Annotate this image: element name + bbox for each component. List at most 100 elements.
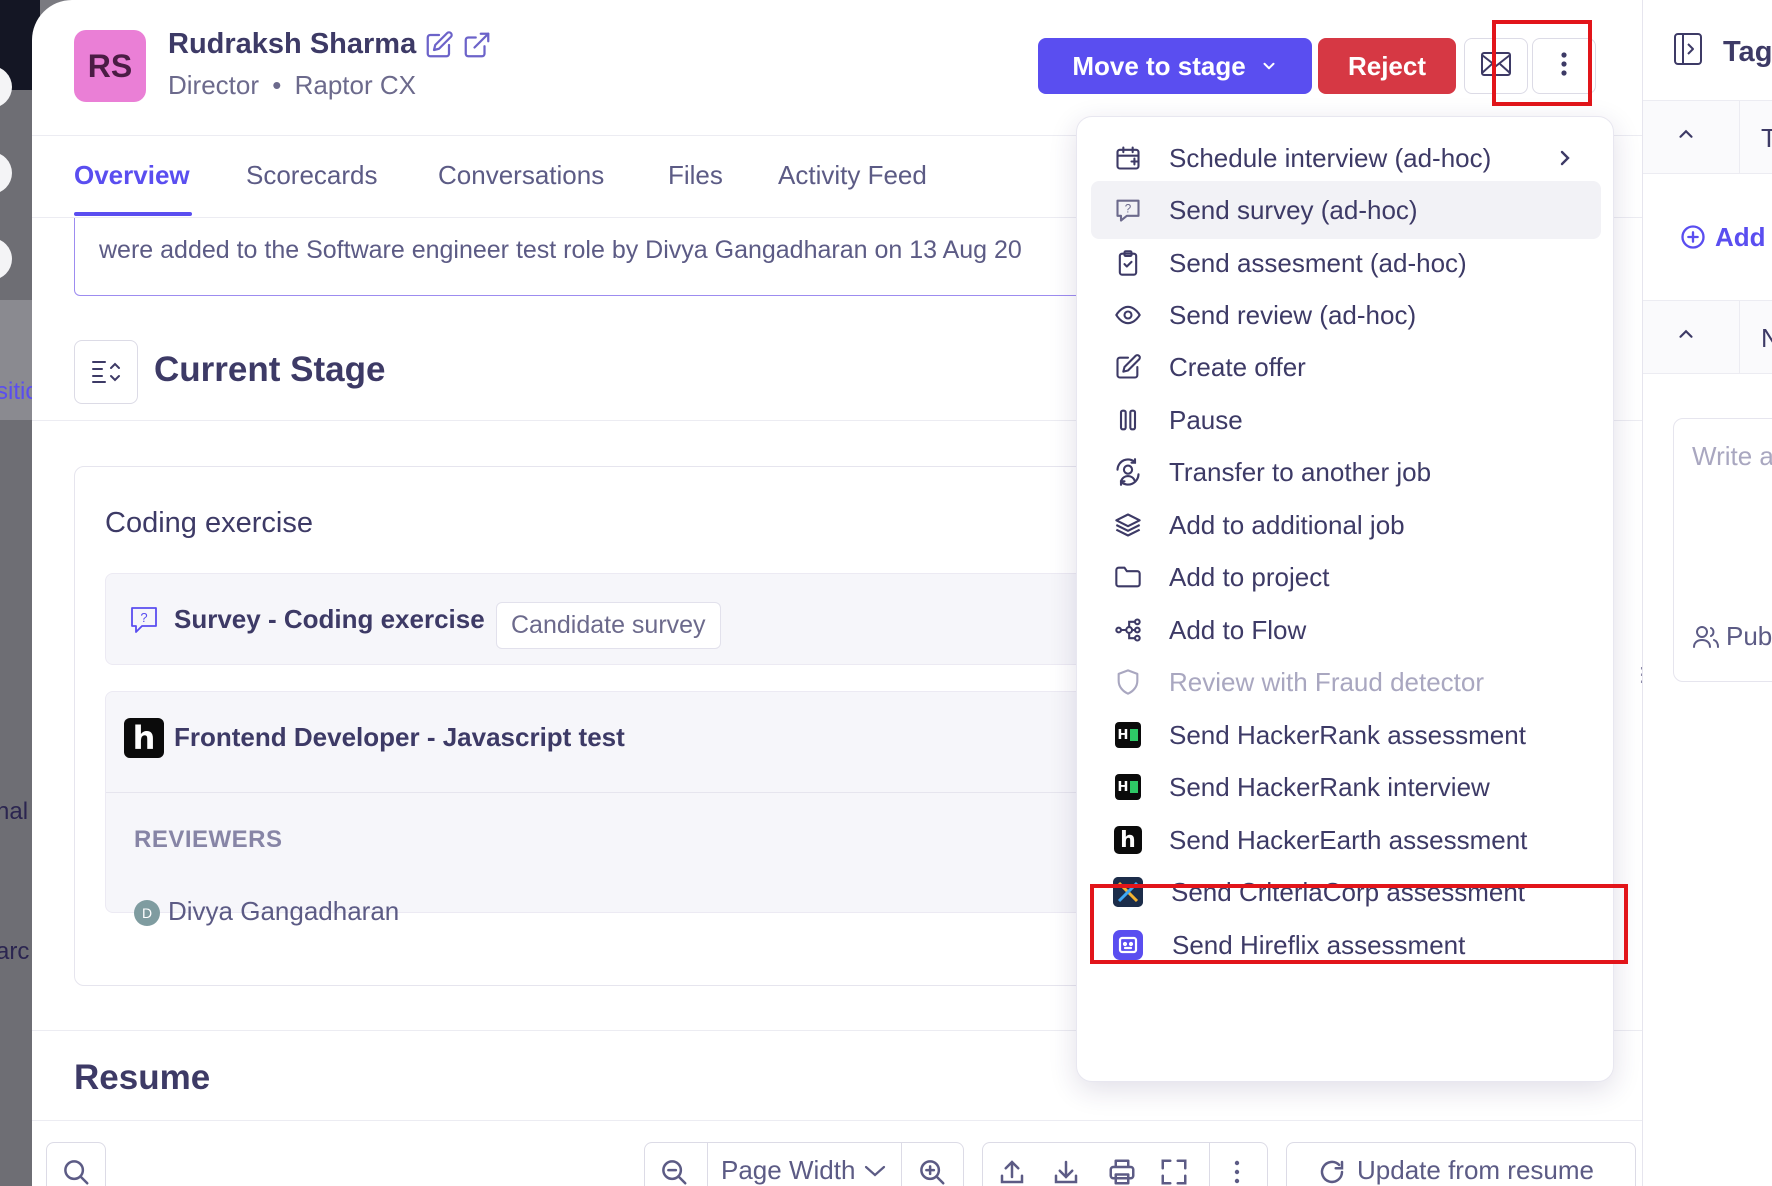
divider — [1739, 101, 1740, 173]
side-panel: Tags T Add N Write a Pub — [1642, 0, 1772, 1186]
menu-item-pause[interactable]: Pause — [1091, 391, 1601, 449]
menu-item-add-to-project[interactable]: Add to project — [1091, 548, 1601, 606]
tags-heading: Tags — [1723, 36, 1772, 68]
more-vertical-icon[interactable] — [1233, 1159, 1241, 1186]
menu-item-label: Create offer — [1169, 351, 1306, 382]
survey-tag: Candidate survey — [496, 602, 721, 649]
menu-item-hackerrank-assessment[interactable]: H Send HackerRank assessment — [1091, 706, 1601, 764]
reject-button[interactable]: Reject — [1318, 38, 1456, 94]
visibility-selector[interactable]: Pub — [1692, 621, 1772, 652]
divider — [707, 1143, 708, 1186]
menu-item-label: Pause — [1169, 404, 1243, 435]
print-icon[interactable] — [1107, 1157, 1137, 1186]
annotation-highlight-box — [1090, 884, 1628, 964]
side-section-label: T — [1761, 123, 1772, 153]
zoom-select[interactable]: Page Width — [721, 1155, 887, 1186]
background-text: nal — [0, 798, 29, 825]
users-icon — [1693, 626, 1719, 648]
menu-item-send-survey[interactable]: ? Send survey (ad-hoc) — [1091, 181, 1601, 239]
refresh-icon — [1317, 1157, 1347, 1186]
chevron-up-icon — [1675, 323, 1697, 350]
side-section[interactable]: T — [1643, 100, 1772, 174]
external-link-icon[interactable] — [462, 30, 492, 60]
calendar-plus-icon — [1113, 143, 1143, 173]
shield-icon — [1113, 667, 1143, 697]
reviewers-label: REVIEWERS — [134, 826, 283, 853]
zoom-in-icon[interactable] — [917, 1157, 947, 1186]
tab-conversations[interactable]: Conversations — [438, 160, 604, 191]
menu-item-send-review[interactable]: Send review (ad-hoc) — [1091, 286, 1601, 344]
collapse-panel-icon[interactable] — [1673, 32, 1703, 71]
update-from-resume-button[interactable]: Update from resume — [1286, 1142, 1636, 1186]
resume-search-button[interactable] — [46, 1142, 106, 1186]
move-to-stage-button[interactable]: Move to stage — [1038, 38, 1312, 94]
menu-item-label: Review with Fraud detector — [1169, 666, 1485, 697]
update-from-resume-label: Update from resume — [1357, 1155, 1594, 1185]
note-input[interactable]: Write a — [1692, 441, 1772, 472]
background-text: arc — [0, 938, 30, 965]
menu-item-add-to-flow[interactable]: Add to Flow — [1091, 601, 1601, 659]
visibility-label: Pub — [1726, 621, 1772, 651]
survey-icon: ? — [1113, 195, 1143, 225]
menu-item-hackerearth-assessment[interactable]: h Send HackerEarth assessment — [1091, 811, 1601, 869]
fullscreen-icon[interactable] — [1159, 1157, 1189, 1186]
candidate-company: Raptor CX — [294, 70, 416, 100]
candidate-name: Rudraksh Sharma — [168, 28, 417, 60]
reviewer-name: Divya Gangadharan — [168, 896, 400, 926]
tab-activity-feed[interactable]: Activity Feed — [778, 160, 927, 191]
add-tag-label: Add — [1715, 222, 1766, 252]
tab-scorecards[interactable]: Scorecards — [246, 160, 378, 191]
side-section[interactable]: N — [1643, 300, 1772, 374]
menu-item-label: Transfer to another job — [1169, 456, 1432, 487]
hackerrank-logo-icon: H — [1113, 772, 1143, 802]
layers-icon — [1113, 510, 1143, 540]
chevron-up-icon — [1675, 123, 1697, 150]
menu-item-create-offer[interactable]: Create offer — [1091, 338, 1601, 396]
edit-icon[interactable] — [424, 30, 454, 60]
hackerearth-logo-icon: h — [1113, 825, 1143, 855]
menu-item-transfer-job[interactable]: Transfer to another job — [1091, 443, 1601, 501]
zoom-select-value: Page Width — [721, 1155, 856, 1185]
stage-list-icon[interactable] — [74, 340, 138, 404]
resume-heading: Resume — [74, 1058, 211, 1097]
menu-item-add-additional-job[interactable]: Add to additional job — [1091, 496, 1601, 554]
edit-icon — [1113, 352, 1143, 382]
menu-item-label: Send HackerEarth assessment — [1169, 824, 1528, 855]
divider — [1209, 1143, 1210, 1186]
plus-circle-icon — [1681, 225, 1705, 249]
assessment-name: Frontend Developer - Javascript test — [174, 722, 625, 752]
zoom-out-icon[interactable] — [659, 1157, 689, 1186]
tab-files[interactable]: Files — [668, 160, 723, 191]
side-section-label: N — [1761, 323, 1772, 353]
menu-item-label: Add to project — [1169, 561, 1330, 592]
chevron-down-icon — [1260, 51, 1278, 82]
menu-item-hackerrank-interview[interactable]: H Send HackerRank interview — [1091, 758, 1601, 816]
hackerrank-logo-icon: H — [1113, 720, 1143, 750]
chevron-right-icon — [1557, 143, 1573, 174]
menu-item-label: Schedule interview (ad-hoc) — [1169, 142, 1492, 173]
note-card: Write a Pub — [1673, 418, 1772, 682]
menu-item-label: Send survey (ad-hoc) — [1169, 194, 1418, 225]
download-icon[interactable] — [1051, 1157, 1081, 1186]
menu-item-send-assessment[interactable]: Send assesment (ad-hoc) — [1091, 234, 1601, 292]
notice-text: were added to the Software engineer test… — [99, 236, 1022, 264]
reviewer-avatar: D — [134, 900, 160, 926]
candidate-subtitle: Director • Raptor CX — [168, 70, 416, 100]
tab-overview[interactable]: Overview — [74, 160, 190, 191]
transfer-icon — [1113, 457, 1143, 487]
menu-item-label: Send assesment (ad-hoc) — [1169, 247, 1467, 278]
upload-icon[interactable] — [997, 1157, 1027, 1186]
menu-item-label: Add to additional job — [1169, 509, 1405, 540]
document-tools — [982, 1142, 1268, 1186]
menu-item-fraud-detector[interactable]: Review with Fraud detector — [1091, 653, 1601, 711]
candidate-title: Director — [168, 70, 260, 100]
hackerearth-logo-icon: h — [124, 718, 164, 758]
candidate-avatar: RS — [74, 30, 146, 102]
divider — [901, 1143, 902, 1186]
menu-item-schedule-interview[interactable]: Schedule interview (ad-hoc) — [1091, 129, 1601, 187]
add-tag-button[interactable]: Add — [1679, 222, 1766, 253]
survey-name: Survey - Coding exercise — [174, 604, 485, 634]
svg-text:?: ? — [140, 610, 147, 625]
move-to-stage-label: Move to stage — [1072, 50, 1246, 81]
stage-name: Coding exercise — [105, 507, 313, 539]
